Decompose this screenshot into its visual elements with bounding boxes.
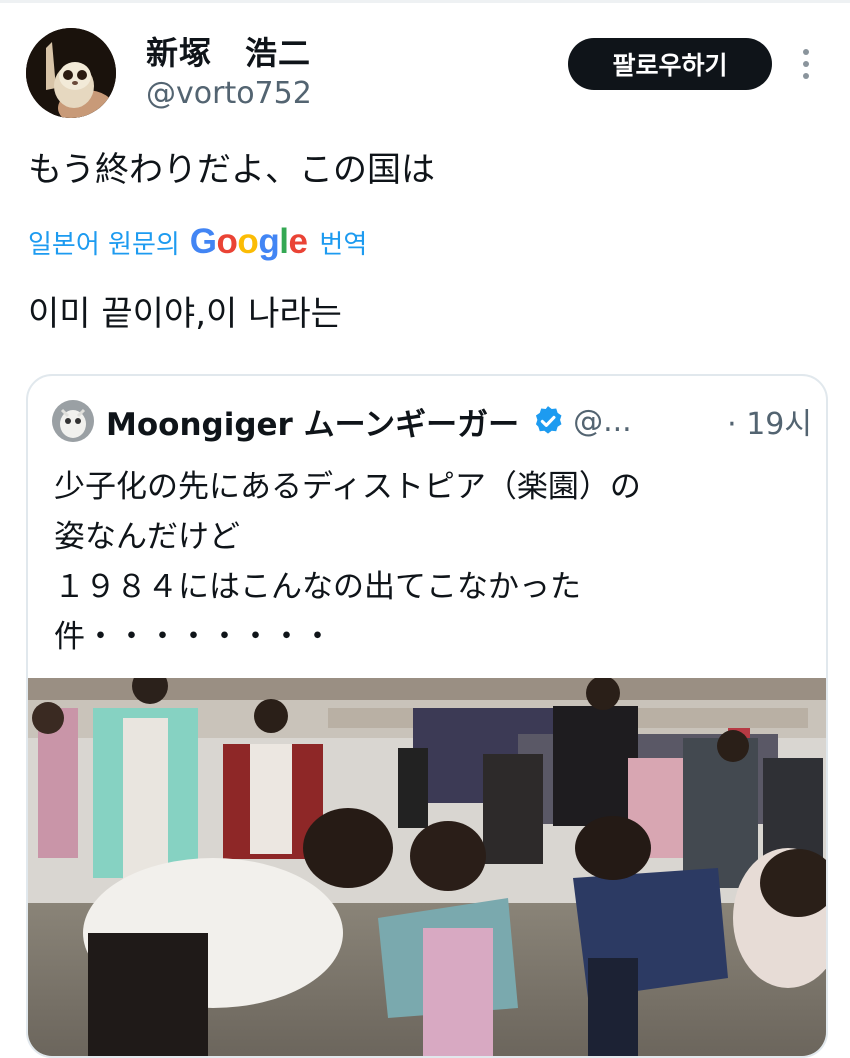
- quoted-tweet-card[interactable]: Moongiger ムーンギーガー @... · 19시 少子化の先にあるディス…: [26, 374, 828, 1058]
- quoted-author-name[interactable]: Moongiger ムーンギーガー: [106, 399, 519, 444]
- author-display-name[interactable]: 新塚 浩二: [146, 28, 311, 74]
- quoted-tweet-time[interactable]: · 19시: [727, 399, 812, 443]
- quoted-author-avatar[interactable]: [52, 400, 94, 442]
- translation-link[interactable]: 일본어 원문의 Google 번역: [28, 222, 367, 262]
- more-vertical-icon[interactable]: [796, 46, 816, 82]
- google-logo-text: Google: [189, 222, 308, 261]
- author-handle[interactable]: @vorto752: [146, 76, 312, 111]
- top-divider: [0, 0, 850, 3]
- quoted-author-handle[interactable]: @...: [573, 404, 632, 439]
- translated-text: 이미 끝이야,이 나라는: [28, 294, 342, 334]
- author-avatar[interactable]: [26, 28, 116, 118]
- tweet-text: もう終わりだよ、この国は: [28, 150, 435, 190]
- quoted-tweet-video[interactable]: [28, 668, 826, 1056]
- follow-button[interactable]: 팔로우하기: [568, 38, 772, 90]
- verified-badge-icon: [536, 406, 562, 434]
- translation-prefix: 일본어 원문의: [28, 229, 180, 260]
- quoted-tweet-text: 少子化の先にあるディストピア（楽園）の 姿なんだけど １９８４にはこんなの出てこ…: [54, 469, 641, 655]
- quoted-tweet-header: Moongiger ムーンギーガー @... · 19시: [52, 396, 812, 446]
- translation-suffix: 번역: [319, 229, 368, 260]
